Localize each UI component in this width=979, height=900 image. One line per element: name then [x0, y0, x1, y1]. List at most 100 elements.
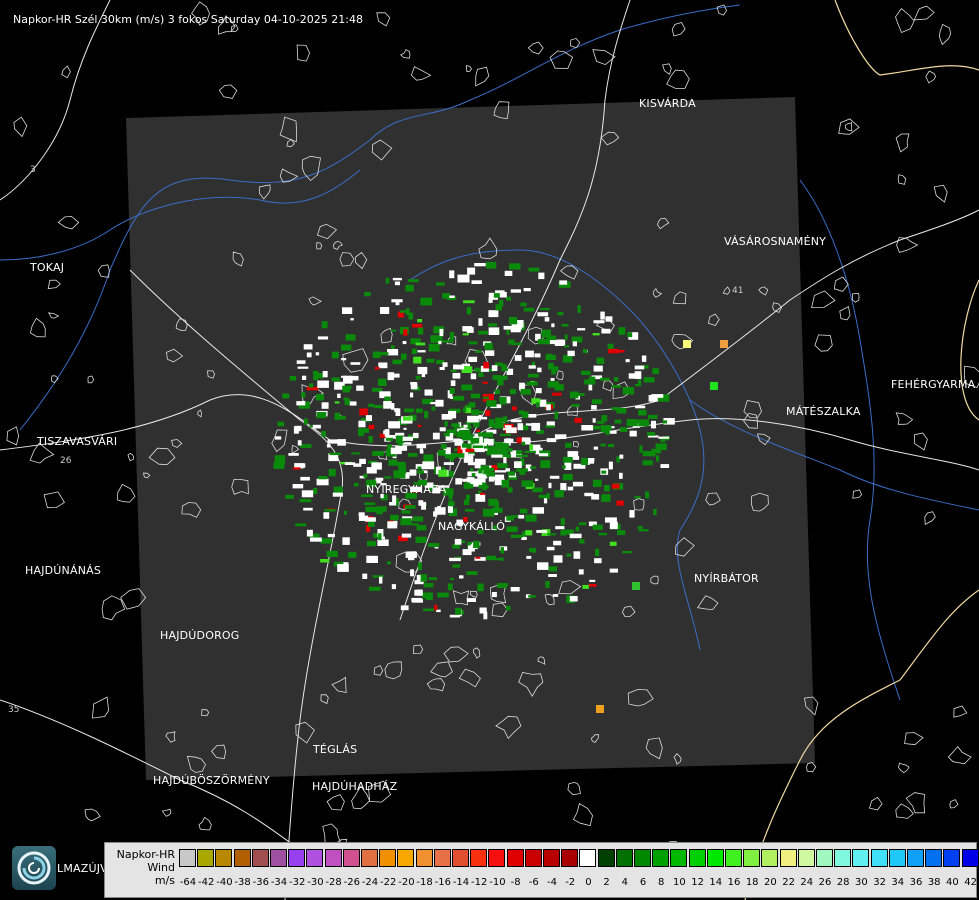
wind-echo: [643, 377, 655, 383]
legend-tick-label: 32: [873, 877, 886, 888]
wind-echo: [293, 426, 299, 434]
legend-tick-label: -2: [565, 877, 576, 888]
legend-tick-label: -36: [252, 877, 269, 888]
wind-echo: [641, 355, 647, 362]
settlement-outline: [913, 432, 928, 451]
wind-echo: [362, 573, 368, 579]
wind-echo: [528, 373, 539, 378]
wind-echo: [478, 372, 484, 377]
legend-tick-label: -28: [325, 877, 342, 888]
wind-echo: [593, 446, 598, 450]
wind-echo: [454, 538, 462, 545]
wind-echo: [504, 425, 512, 428]
wind-echo: [555, 526, 565, 530]
wind-echo: [365, 415, 372, 421]
wind-echo: [577, 305, 581, 313]
legend-swatch: [179, 849, 196, 867]
wind-echo: [605, 316, 613, 322]
wind-echo: [486, 400, 497, 407]
wind-echo: [656, 455, 660, 462]
wind-echo: [437, 592, 449, 598]
wind-echo: [378, 378, 387, 386]
wind-echo: [642, 460, 653, 466]
legend-swatch: [670, 849, 688, 867]
wind-echo: [299, 463, 306, 468]
wind-echo: [501, 479, 509, 488]
wind-echo: [372, 351, 381, 358]
map-title: Napkor-HR Szél 30km (m/s) 3 fokos Saturd…: [13, 13, 363, 26]
wind-echo: [442, 362, 448, 367]
legend-swatch: [579, 849, 597, 867]
wind-echo: [417, 562, 422, 571]
legend-tick-label: -42: [198, 877, 215, 888]
wind-echo: [457, 274, 470, 283]
wind-echo: [328, 469, 336, 477]
wind-echo: [388, 421, 401, 429]
wind-echo: [482, 508, 495, 517]
wind-echo: [478, 432, 489, 437]
wind-echo: [277, 421, 285, 427]
wind-echo: [609, 521, 618, 530]
wind-echo: [435, 282, 445, 286]
wind-echo: [449, 388, 455, 394]
wind-echo: [600, 377, 610, 381]
city-label-hajdunanas: HAJDÚNÁNÁS: [25, 564, 102, 577]
wind-echo: [471, 473, 476, 477]
wind-echo: [592, 524, 603, 530]
legend-swatch: [943, 849, 961, 867]
settlement-outline: [161, 808, 172, 817]
wind-echo: [601, 494, 611, 502]
wind-echo: [422, 461, 435, 470]
wind-echo: [412, 323, 423, 328]
wind-echo: [509, 389, 517, 395]
wind-echo: [416, 525, 427, 531]
wind-echo: [608, 348, 620, 354]
wind-echo: [628, 373, 640, 379]
wind-echo: [567, 451, 579, 457]
legend-swatch: [361, 849, 378, 867]
wind-echo: [524, 450, 536, 453]
wind-echo: [313, 488, 318, 494]
wind-echo: [548, 362, 554, 370]
wind-echo: [487, 323, 497, 327]
legend-swatch: [197, 849, 215, 867]
wind-echo: [488, 476, 495, 482]
wind-echo: [535, 478, 539, 481]
wind-echo: [529, 444, 534, 450]
wind-echo: [417, 466, 422, 470]
settlement-outline: [895, 803, 914, 819]
wind-echo: [520, 302, 527, 307]
wind-echo: [582, 349, 588, 354]
wind-echo: [523, 288, 531, 292]
wind-echo: [467, 267, 476, 275]
wind-echo: [414, 589, 423, 596]
wind-echo: [392, 277, 402, 281]
wind-echo: [563, 456, 573, 463]
wind-echo: [317, 380, 329, 388]
settlement-outline: [839, 305, 851, 321]
settlement-outline: [6, 426, 20, 446]
city-label-tokaj: TOKAJ: [30, 261, 65, 274]
wind-echo: [622, 551, 632, 554]
legend-swatch: [634, 849, 651, 867]
wind-echo: [504, 270, 513, 276]
wind-echo: [430, 402, 439, 405]
settlement-outline: [851, 293, 860, 303]
wind-echo: [608, 461, 613, 470]
wind-echo: [461, 384, 473, 391]
wind-echo: [541, 329, 551, 338]
wind-echo: [569, 533, 582, 539]
wind-echo: [312, 424, 321, 429]
wind-echo: [303, 418, 308, 425]
legend-tick-label: -20: [398, 877, 415, 888]
wind-echo: [428, 577, 438, 580]
wind-echo: [363, 473, 368, 478]
wind-echo: [478, 330, 488, 335]
wind-echo: [449, 557, 461, 562]
legend-swatch: [852, 849, 870, 867]
wind-echo: [466, 307, 471, 315]
wind-echo: [466, 598, 476, 602]
wind-echo: [466, 477, 475, 482]
wind-echo: [463, 300, 475, 304]
wind-echo: [372, 451, 384, 456]
